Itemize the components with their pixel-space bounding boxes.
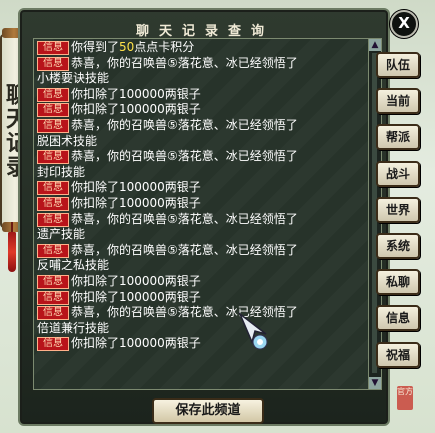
chat-log-line: 信息 恭喜，你的召唤兽⑤落花意、冰已经领悟了 <box>37 305 363 321</box>
chat-log-line: 信息 恭喜，你的召唤兽⑤落花意、冰已经领悟了 <box>37 212 363 228</box>
chat-log-line: 倍道兼行技能 <box>37 321 363 337</box>
message-text: 你扣除了100000两银子 <box>71 86 201 101</box>
message-text: 你扣除了100000两银子 <box>71 180 201 195</box>
channel-button[interactable]: 祝福 <box>376 341 420 368</box>
channel-button[interactable]: 队伍 <box>376 52 420 78</box>
message-type-tag[interactable]: 信息 <box>37 212 69 227</box>
message-text: 你扣除了100000两银子 <box>71 336 201 351</box>
close-button[interactable]: X <box>390 10 418 38</box>
chat-log-line: 遗产技能 <box>37 227 363 243</box>
message-text: 恭喜，你的召唤兽⑤落花意、冰已经领悟了 <box>71 55 298 70</box>
message-type-tag[interactable]: 信息 <box>37 181 69 196</box>
chat-log-line: 信息 你扣除了100000两银子 <box>37 290 363 306</box>
channel-button[interactable]: 帮派 <box>376 124 420 151</box>
message-type-tag[interactable]: 信息 <box>37 103 69 118</box>
chat-log-line: 信息 恭喜，你的召唤兽⑤落花意、冰已经领悟了 <box>37 243 363 259</box>
message-text: 倍道兼行技能 <box>37 320 110 335</box>
message-text: 你扣除了100000两银子 <box>71 102 201 117</box>
chat-log-line: 信息 你扣除了100000两银子 <box>37 102 363 118</box>
message-type-tag[interactable]: 信息 <box>37 150 69 165</box>
window-title: 聊天记录查询 <box>135 24 274 39</box>
message-text: 反哺之私技能 <box>37 258 110 273</box>
channel-button[interactable]: 系统 <box>376 232 420 259</box>
chat-log-line: 小楼要诀技能 <box>37 71 363 87</box>
message-text: 你扣除了100000两银子 <box>71 289 201 304</box>
message-highlight-number: 50 <box>119 40 135 54</box>
message-type-tag[interactable]: 信息 <box>37 56 69 71</box>
chat-log-line: 信息 你得到了50点点卡积分 <box>37 40 363 56</box>
message-text: 封印技能 <box>37 164 86 179</box>
chat-log-line: 信息 你扣除了100000两银子 <box>37 87 363 103</box>
chat-log-line: 信息 你扣除了100000两银子 <box>37 274 363 290</box>
seal-stamp: 官方 <box>397 386 413 410</box>
channel-button-list: 队伍当前帮派战斗世界系统私聊信息祝福 <box>376 52 422 378</box>
chat-log-line: 脱困术技能 <box>37 134 363 150</box>
message-type-tag[interactable]: 信息 <box>37 243 69 258</box>
message-text: 遗产技能 <box>37 227 86 242</box>
chat-log-line: 反哺之私技能 <box>37 258 363 274</box>
message-text: 恭喜，你的召唤兽⑤落花意、冰已经领悟了 <box>71 149 298 164</box>
message-type-tag[interactable]: 信息 <box>37 118 69 133</box>
channel-button[interactable]: 信息 <box>376 305 420 332</box>
channel-button[interactable]: 当前 <box>376 88 420 115</box>
chat-log-line: 信息 你扣除了100000两银子 <box>37 196 363 212</box>
chat-log-panel[interactable]: 信息 你得到了50点点卡积分 信息 恭喜，你的召唤兽⑤落花意、冰已经领悟了 小楼要诀技能… <box>33 38 370 390</box>
message-type-tag[interactable]: 信息 <box>37 196 69 211</box>
save-channel-button[interactable]: 保存此频道 <box>152 398 264 424</box>
tassel-ornament <box>8 232 16 272</box>
message-text: 恭喜，你的召唤兽⑤落花意、冰已经领悟了 <box>71 211 298 226</box>
message-text: 恭喜，你的召唤兽⑤落花意、冰已经领悟了 <box>71 242 298 257</box>
chat-log-line: 信息 你扣除了100000两银子 <box>37 180 363 196</box>
channel-button[interactable]: 私聊 <box>376 269 420 296</box>
message-text: 你得到了 <box>71 40 120 54</box>
chat-log-line: 信息 恭喜，你的召唤兽⑤落花意、冰已经领悟了 <box>37 56 363 72</box>
chat-log-lines: 信息 你得到了50点点卡积分 信息 恭喜，你的召唤兽⑤落花意、冰已经领悟了 小楼要诀技能… <box>37 40 363 352</box>
message-text: 你扣除了100000两银子 <box>71 195 201 210</box>
game-cursor-icon <box>238 312 268 350</box>
channel-button[interactable]: 世界 <box>376 196 420 223</box>
message-type-tag[interactable]: 信息 <box>37 274 69 289</box>
message-text: 小楼要诀技能 <box>37 71 110 86</box>
channel-button[interactable]: 战斗 <box>376 160 420 187</box>
scroll-down-arrow-icon[interactable]: ▼ <box>369 377 381 389</box>
message-text: 恭喜，你的召唤兽⑤落花意、冰已经领悟了 <box>71 117 298 132</box>
chat-log-line: 信息 恭喜，你的召唤兽⑤落花意、冰已经领悟了 <box>37 149 363 165</box>
chat-history-stage: 聊天记录 聊天记录查询 X 信息 你得到了50点点卡积分 信息 恭喜，你的召唤兽⑤落花… <box>0 0 435 433</box>
message-text: 脱困术技能 <box>37 133 98 148</box>
message-type-tag[interactable]: 信息 <box>37 41 69 55</box>
message-type-tag[interactable]: 信息 <box>37 87 69 102</box>
message-type-tag[interactable]: 信息 <box>37 306 69 321</box>
chat-log-line: 信息 你扣除了100000两银子 <box>37 336 363 352</box>
message-type-tag[interactable]: 信息 <box>37 337 69 352</box>
chat-log-line: 信息 恭喜，你的召唤兽⑤落花意、冰已经领悟了 <box>37 118 363 134</box>
chat-log-line: 封印技能 <box>37 165 363 181</box>
message-text-suffix: 点点卡积分 <box>134 40 195 54</box>
message-text: 你扣除了100000两银子 <box>71 273 201 288</box>
message-type-tag[interactable]: 信息 <box>37 290 69 305</box>
scroll-up-arrow-icon[interactable]: ▲ <box>369 39 381 51</box>
